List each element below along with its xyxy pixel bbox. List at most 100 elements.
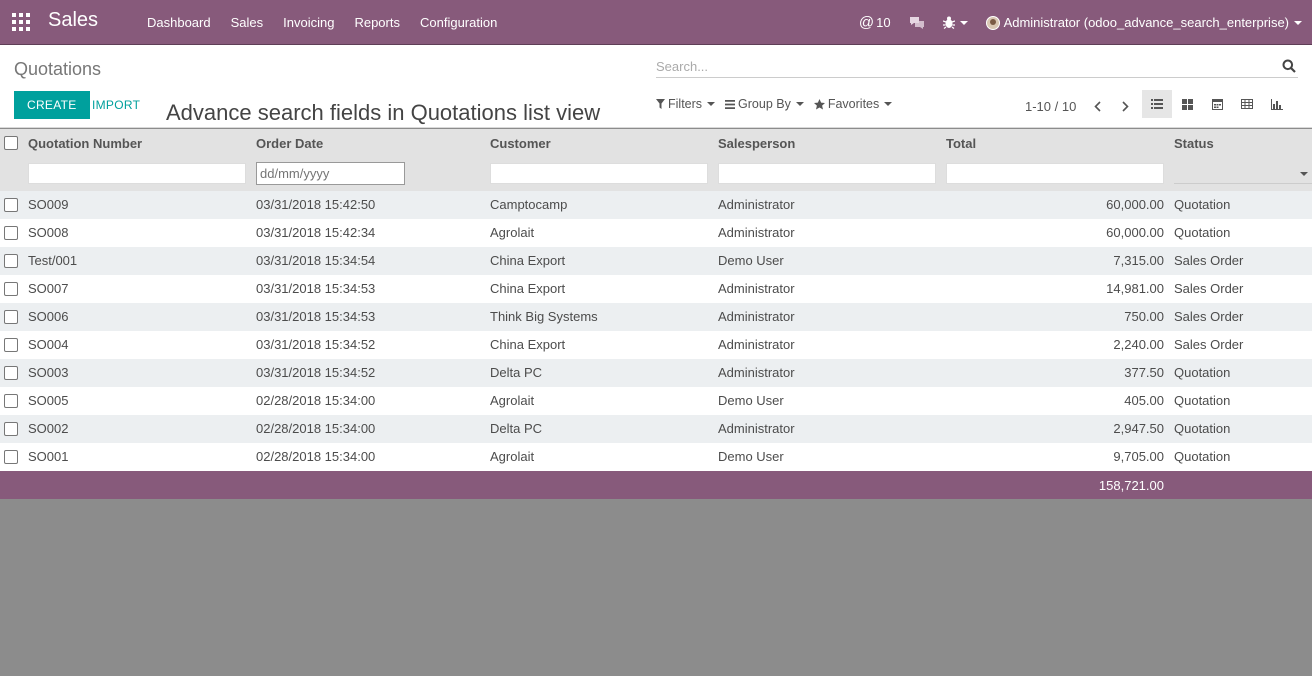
group-by-dropdown[interactable]: Group By — [725, 97, 804, 111]
status-cell: Quotation — [1174, 449, 1231, 464]
chevron-down-icon — [959, 20, 968, 25]
pager-previous-button[interactable] — [1084, 96, 1110, 116]
quotation-number-filter-input[interactable] — [28, 163, 246, 184]
status-cell: Quotation — [1174, 365, 1231, 380]
search-icon[interactable] — [1282, 59, 1296, 73]
table-row[interactable]: SO003 03/31/2018 15:34:52 Delta PC Admin… — [0, 359, 1312, 387]
salesperson-filter-input[interactable] — [718, 163, 936, 184]
menu-item-configuration[interactable]: Configuration — [410, 0, 507, 45]
chevron-down-icon — [707, 102, 716, 106]
table-row[interactable]: SO006 03/31/2018 15:34:53 Think Big Syst… — [0, 303, 1312, 331]
apps-menu-icon[interactable] — [12, 13, 30, 31]
salesperson-cell: Administrator — [718, 421, 795, 436]
mentions-button[interactable]: @ 10 — [859, 14, 891, 31]
order-date-cell: 03/31/2018 15:34:52 — [256, 337, 376, 352]
bar-chart-icon — [1271, 98, 1283, 110]
customer-cell: Delta PC — [490, 421, 543, 436]
customer-cell: China Export — [490, 281, 566, 296]
filter-icon — [656, 99, 665, 109]
favorites-label: Favorites — [827, 97, 880, 111]
debug-menu-button[interactable] — [942, 16, 968, 29]
import-button[interactable]: IMPORT — [80, 91, 152, 119]
user-menu[interactable]: Administrator (odoo_advance_search_enter… — [985, 15, 1302, 30]
calendar-view-button[interactable] — [1202, 90, 1232, 118]
table-row[interactable]: SO004 03/31/2018 15:34:52 China Export A… — [0, 331, 1312, 359]
total-cell: 60,000.00 — [1106, 225, 1164, 240]
pager-value[interactable]: 1-10 / 10 — [1025, 99, 1076, 114]
row-checkbox[interactable] — [4, 366, 18, 380]
column-order-date[interactable]: Order Date — [256, 136, 323, 151]
table-row[interactable]: SO005 02/28/2018 15:34:00 Agrolait Demo … — [0, 387, 1312, 415]
table-row[interactable]: SO009 03/31/2018 15:42:50 Camptocamp Adm… — [0, 191, 1312, 219]
table-header: Quotation Number Order Date Customer Sal… — [0, 129, 1312, 191]
chat-button[interactable] — [909, 16, 925, 30]
quotation-number-cell: Test/001 — [28, 253, 78, 268]
order-date-cell: 02/28/2018 15:34:00 — [256, 393, 376, 408]
total-cell: 2,947.50 — [1113, 421, 1164, 436]
row-checkbox[interactable] — [4, 394, 18, 408]
quotation-number-cell: SO009 — [28, 197, 69, 212]
row-checkbox[interactable] — [4, 226, 18, 240]
row-checkbox[interactable] — [4, 450, 18, 464]
table-row[interactable]: SO008 03/31/2018 15:42:34 Agrolait Admin… — [0, 219, 1312, 247]
menu-item-invoicing[interactable]: Invoicing — [273, 0, 344, 45]
total-cell: 2,240.00 — [1113, 337, 1164, 352]
table-row[interactable]: SO007 03/31/2018 15:34:53 China Export A… — [0, 275, 1312, 303]
status-cell: Quotation — [1174, 197, 1231, 212]
order-date-cell: 03/31/2018 15:34:54 — [256, 253, 376, 268]
order-date-filter-input[interactable] — [256, 162, 405, 185]
column-total[interactable]: Total — [946, 136, 976, 151]
column-status[interactable]: Status — [1174, 136, 1214, 151]
table-row[interactable]: SO002 02/28/2018 15:34:00 Delta PC Admin… — [0, 415, 1312, 443]
quotation-number-cell: SO003 — [28, 365, 69, 380]
quotation-number-cell: SO005 — [28, 393, 69, 408]
status-cell: Quotation — [1174, 421, 1231, 436]
bug-icon — [942, 16, 955, 29]
column-quotation-number[interactable]: Quotation Number — [28, 136, 142, 151]
menu-item-sales[interactable]: Sales — [221, 0, 274, 45]
select-all-checkbox[interactable] — [4, 136, 18, 150]
row-checkbox[interactable] — [4, 282, 18, 296]
list-view-button[interactable] — [1142, 90, 1172, 118]
table-row[interactable]: Test/001 03/31/2018 15:34:54 China Expor… — [0, 247, 1312, 275]
table-row[interactable]: SO001 02/28/2018 15:34:00 Agrolait Demo … — [0, 443, 1312, 471]
pivot-view-button[interactable] — [1232, 90, 1262, 118]
main-menu: Dashboard Sales Invoicing Reports Config… — [137, 0, 507, 45]
total-cell: 60,000.00 — [1106, 197, 1164, 212]
total-filter-input[interactable] — [946, 163, 1164, 184]
menu-item-reports[interactable]: Reports — [344, 0, 410, 45]
status-filter-select[interactable] — [1174, 163, 1312, 184]
chevron-right-icon — [1122, 100, 1129, 112]
search-input[interactable] — [656, 56, 1266, 76]
salesperson-cell: Administrator — [718, 281, 795, 296]
pager-next-button[interactable] — [1112, 96, 1138, 116]
kanban-view-button[interactable] — [1172, 90, 1202, 118]
row-checkbox[interactable] — [4, 254, 18, 268]
mentions-count: 10 — [876, 15, 891, 30]
row-checkbox[interactable] — [4, 310, 18, 324]
customer-filter-input[interactable] — [490, 163, 708, 184]
list-view-icon — [1151, 99, 1163, 109]
footer-total: 158,721.00 — [1098, 478, 1164, 493]
app-brand: Sales — [48, 9, 99, 31]
column-customer[interactable]: Customer — [490, 136, 551, 151]
filters-dropdown[interactable]: Filters — [656, 97, 716, 111]
total-cell: 14,981.00 — [1106, 281, 1164, 296]
row-checkbox[interactable] — [4, 422, 18, 436]
search-options: Filters Group By Favorites — [656, 97, 902, 111]
order-date-cell: 03/31/2018 15:34:52 — [256, 365, 376, 380]
order-date-cell: 03/31/2018 15:42:50 — [256, 197, 376, 212]
customer-cell: Delta PC — [490, 365, 543, 380]
column-salesperson[interactable]: Salesperson — [718, 136, 795, 151]
order-date-cell: 03/31/2018 15:42:34 — [256, 225, 376, 240]
salesperson-cell: Demo User — [718, 393, 784, 408]
create-button[interactable]: CREATE — [14, 91, 90, 119]
order-date-cell: 02/28/2018 15:34:00 — [256, 421, 376, 436]
row-checkbox[interactable] — [4, 198, 18, 212]
status-cell: Sales Order — [1174, 337, 1244, 352]
menu-item-dashboard[interactable]: Dashboard — [137, 0, 221, 45]
graph-view-button[interactable] — [1262, 90, 1292, 118]
row-checkbox[interactable] — [4, 338, 18, 352]
favorites-dropdown[interactable]: Favorites — [813, 97, 893, 111]
status-cell: Sales Order — [1174, 309, 1244, 324]
